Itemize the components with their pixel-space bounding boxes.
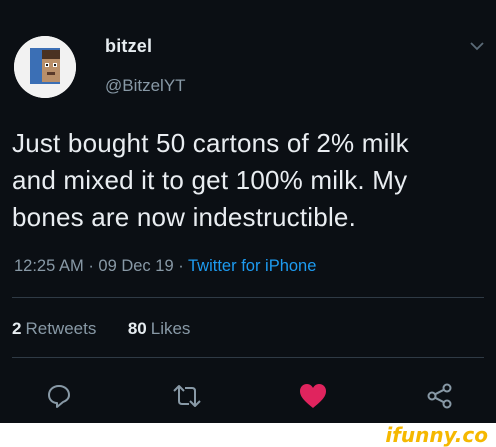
display-name[interactable]: bitzel <box>105 36 152 57</box>
likes-label: Likes <box>150 319 191 338</box>
share-button[interactable] <box>424 380 456 412</box>
tweet-text: Just bought 50 cartons of 2% milk and mi… <box>12 128 409 232</box>
likes-stat[interactable]: 80 Likes <box>128 319 191 338</box>
user-handle[interactable]: @BitzelYT <box>105 76 186 96</box>
tweet-date[interactable]: 09 Dec 19 <box>98 257 173 275</box>
tweet-time: 12:25 AM <box>14 257 84 275</box>
divider <box>12 297 484 298</box>
watermark-bar: ifunny.co <box>0 423 496 447</box>
meta-separator: · <box>178 257 184 275</box>
retweets-stat[interactable]: 2 Retweets <box>12 319 96 338</box>
likes-count: 80 <box>127 319 147 338</box>
retweet-button[interactable] <box>171 380 203 412</box>
divider <box>12 357 484 358</box>
tweet-source-link[interactable]: Twitter for iPhone <box>188 257 316 275</box>
avatar-image <box>14 36 76 98</box>
meta-separator: · <box>88 257 94 275</box>
chevron-down-icon[interactable] <box>470 38 484 56</box>
tweet-meta: 12:25 AM · 09 Dec 19 · Twitter for iPhon… <box>14 257 316 276</box>
like-button[interactable] <box>297 380 329 412</box>
retweets-label: Retweets <box>25 319 97 338</box>
tweet-card: bitzel @BitzelYT Just bought 50 cartons … <box>0 0 496 423</box>
reply-button[interactable] <box>43 380 75 412</box>
ifunny-logo: ifunny.co <box>385 423 488 447</box>
avatar[interactable] <box>14 36 76 98</box>
retweets-count: 2 <box>12 319 22 338</box>
share-icon <box>427 383 452 409</box>
heart-icon <box>300 384 326 408</box>
retweet-icon <box>173 385 201 407</box>
tweet-stats: 2 Retweets 80 Likes <box>12 319 190 339</box>
reply-icon <box>48 385 70 408</box>
